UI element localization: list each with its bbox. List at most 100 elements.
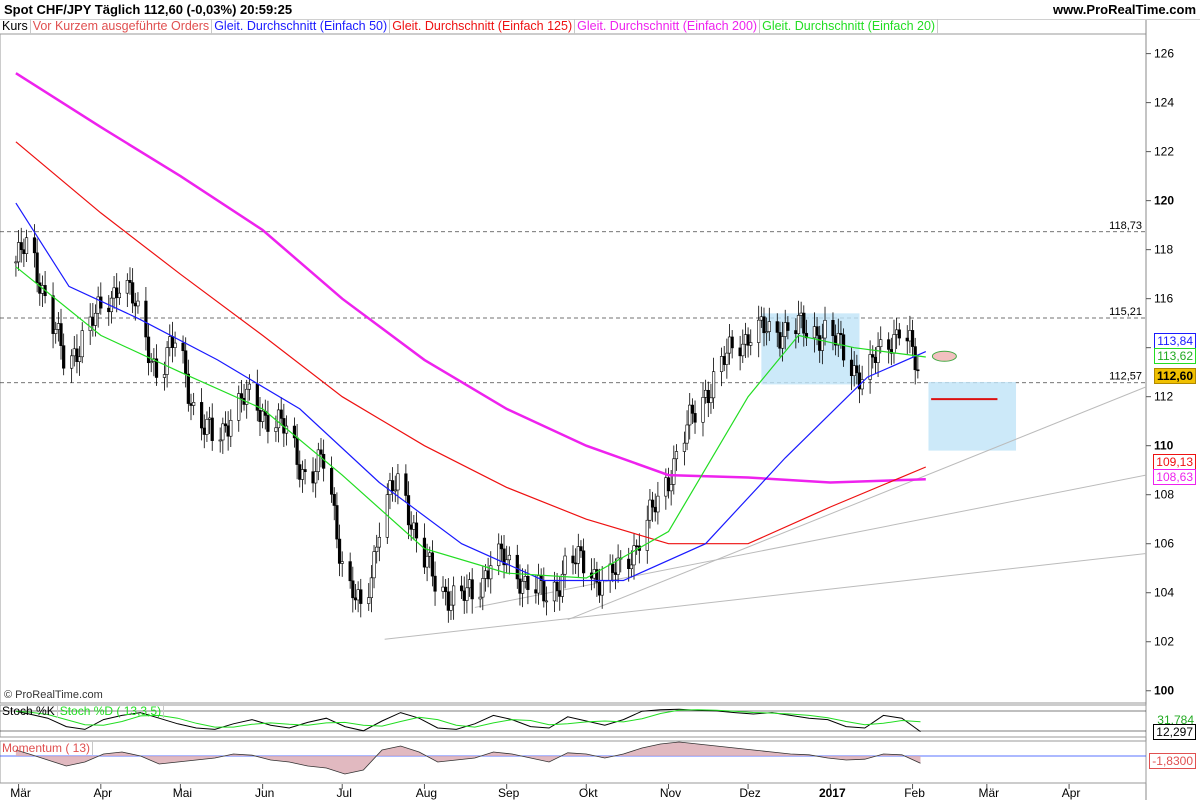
candle-body <box>656 495 660 513</box>
stoch-k-label[interactable]: Stoch %K <box>0 704 58 718</box>
candle-body <box>128 280 132 283</box>
candle-body <box>693 413 697 423</box>
candle-body <box>743 334 748 345</box>
candle-body <box>229 420 233 437</box>
candle-body <box>895 329 899 335</box>
momentum-label[interactable]: Momentum ( 13) <box>0 741 94 755</box>
legend-ma20[interactable]: Gleit. Durchschnitt (Einfach 20) <box>760 19 939 34</box>
candle-body <box>515 554 519 580</box>
candle-body <box>35 252 39 284</box>
y-tick-label-8: 116 <box>1154 292 1173 306</box>
candle-body <box>823 319 827 339</box>
y-tick-label-12: 124 <box>1154 96 1174 110</box>
candle-body <box>552 581 557 602</box>
candle-body <box>526 576 530 590</box>
legend-ma200[interactable]: Gleit. Durchschnitt (Einfach 200) <box>575 19 761 34</box>
candle-body <box>441 586 445 592</box>
candle-body <box>391 480 395 492</box>
candle-body <box>367 597 371 604</box>
candle-body <box>523 576 527 582</box>
chart-header: Spot CHF/JPY Täglich 112,60 (-0,03%) 20:… <box>0 0 1200 20</box>
candle-body <box>56 323 60 330</box>
candle-body <box>335 505 339 540</box>
hline-label-1: 115,21 <box>1109 306 1142 318</box>
candle-body <box>369 577 373 598</box>
candle-body <box>582 550 586 574</box>
candle-body <box>311 471 315 484</box>
y-tick-label-3: 106 <box>1154 537 1174 551</box>
candle-body <box>499 543 503 550</box>
candle-body <box>812 326 817 339</box>
momentum-value: -1,8300 <box>1149 753 1196 769</box>
candle-body <box>80 330 84 358</box>
candle-body <box>518 578 522 594</box>
candle-body <box>730 336 734 349</box>
stoch-legend: Stoch %K Stoch %D ( 13,3,5) <box>0 704 165 718</box>
candle-body <box>261 410 265 422</box>
candle-body <box>871 354 875 358</box>
candle-body <box>613 572 618 575</box>
candle-body <box>149 361 153 364</box>
copyright: © ProRealTime.com <box>4 689 103 701</box>
candle-body <box>597 581 602 596</box>
candle-body <box>682 442 687 452</box>
candle-body <box>664 477 668 497</box>
candle-body <box>913 346 917 371</box>
candle-body <box>839 333 843 336</box>
x-tick-label-8: Nov <box>660 786 681 800</box>
candle-body <box>406 495 411 526</box>
candle-body <box>375 546 379 552</box>
candle-body <box>295 437 299 465</box>
x-tick-label-3: Jun <box>255 786 274 800</box>
candle-body <box>414 522 419 539</box>
candle-body <box>372 551 376 579</box>
candle-body <box>478 596 482 600</box>
candle-body <box>555 581 559 592</box>
candle-body <box>72 348 76 357</box>
price-box-last: 112,60 <box>1153 368 1196 384</box>
legend-orders[interactable]: Vor Kurzem ausgeführte Orders <box>31 19 213 34</box>
candle-body <box>576 546 580 564</box>
legend-ma50[interactable]: Gleit. Durchschnitt (Einfach 50) <box>212 19 391 34</box>
legend-kurs[interactable]: Kurs <box>0 19 31 34</box>
candle-body <box>93 312 98 326</box>
candle-body <box>14 261 18 264</box>
candle-body <box>412 522 416 530</box>
candle-body <box>876 346 880 363</box>
price-box-ma50: 113,84 <box>1154 333 1196 349</box>
x-tick-label-5: Aug <box>416 786 437 800</box>
ma50-line <box>15 202 927 582</box>
candle-body <box>24 237 29 254</box>
legend-ma125[interactable]: Gleit. Durchschnitt (Einfach 125) <box>390 19 576 34</box>
candle-body <box>879 339 883 348</box>
candle-body <box>377 536 381 548</box>
candle-body <box>202 427 206 435</box>
candle-body <box>70 355 74 369</box>
candle-body <box>32 237 37 254</box>
candle-body <box>727 336 732 354</box>
candle-body <box>192 402 196 406</box>
candle-body <box>897 329 901 339</box>
candle-body <box>131 282 135 304</box>
candle-body <box>144 300 148 338</box>
x-tick-label-13: Apr <box>1062 786 1081 800</box>
candle-body <box>348 561 352 582</box>
x-tick-label-7: Okt <box>579 786 598 800</box>
candle-body <box>337 538 342 564</box>
candle-body <box>258 410 262 422</box>
candle-body <box>168 336 172 348</box>
candle-body <box>725 352 729 365</box>
site-url[interactable]: www.ProRealTime.com <box>1053 2 1196 17</box>
candle-body <box>115 287 119 299</box>
candle-body <box>794 330 798 335</box>
candle-body <box>465 587 469 601</box>
candle-body <box>534 589 538 594</box>
candle-body <box>741 343 745 357</box>
candle-body <box>314 471 318 484</box>
candle-body <box>674 451 679 460</box>
candle-body <box>173 342 177 348</box>
candle-body <box>452 585 456 606</box>
stoch-d-label[interactable]: Stoch %D ( 13,3,5) <box>57 704 165 718</box>
chart-canvas[interactable]: 118,73 115,21 112,57 100 102 104 106 108 110 112 1… <box>0 0 1200 800</box>
candle-body <box>796 315 801 335</box>
